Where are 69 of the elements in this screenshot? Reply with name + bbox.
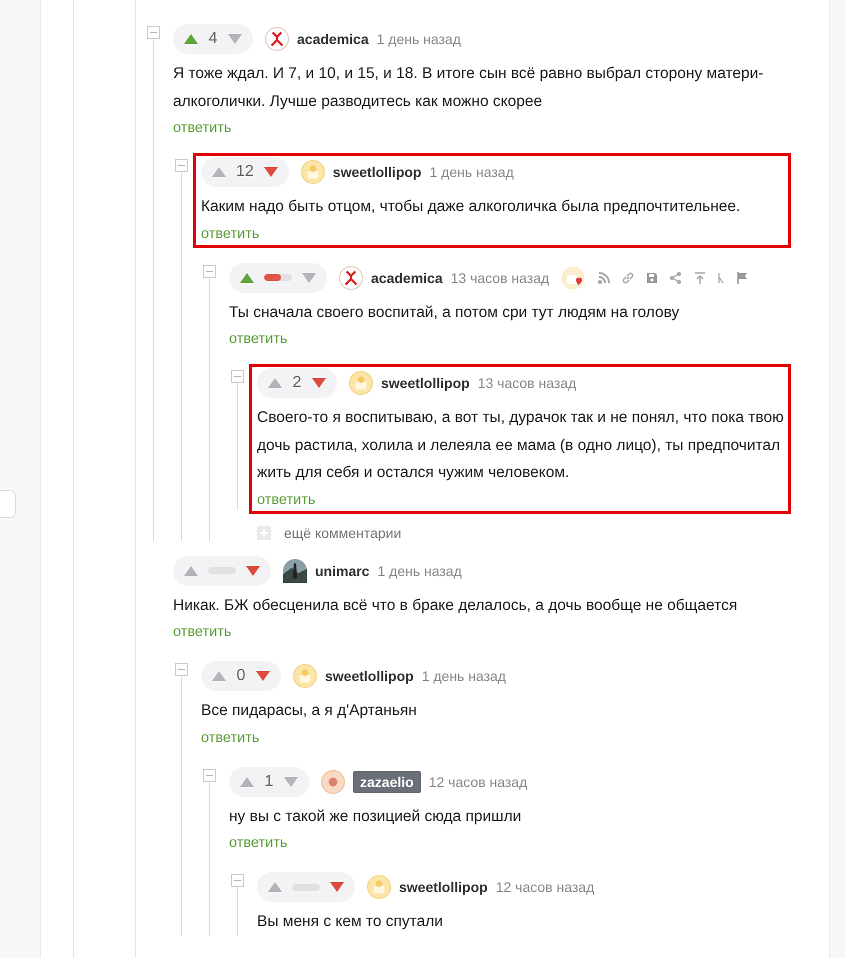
link-icon[interactable] <box>621 270 636 284</box>
reply-link[interactable]: ответить <box>201 224 260 244</box>
upvote-icon[interactable] <box>211 166 227 178</box>
username-link[interactable]: sweetlollipop <box>332 164 422 180</box>
reply-link[interactable]: ответить <box>201 728 260 748</box>
upvote-icon[interactable] <box>183 33 199 45</box>
upvote-icon[interactable] <box>239 776 255 788</box>
rating-count: 12 <box>236 163 254 181</box>
upvote-icon[interactable] <box>267 881 283 893</box>
downvote-icon[interactable] <box>227 33 243 45</box>
comment-time: 12 часов назад <box>428 774 528 790</box>
more-comments-button[interactable]: ещё комментарии <box>257 524 402 540</box>
reply-link[interactable]: ответить <box>229 833 288 853</box>
comment-text: ну вы с такой же позицией сюда пришли <box>229 806 522 826</box>
upvote-icon[interactable] <box>267 377 283 389</box>
username-link[interactable]: academica <box>297 31 369 47</box>
username-link[interactable]: sweetlollipop <box>381 375 470 391</box>
comment-time: 13 часов назад <box>450 270 550 286</box>
downvote-icon[interactable] <box>301 272 317 284</box>
collapse-button[interactable] <box>203 264 216 278</box>
collapse-button[interactable] <box>203 768 216 782</box>
comment-time: 13 часов назад <box>478 375 576 391</box>
downvote-icon[interactable] <box>262 166 279 178</box>
collapse-button[interactable] <box>231 370 244 383</box>
award-icon[interactable] <box>561 266 586 290</box>
username-link[interactable]: zazaelio <box>353 770 421 792</box>
reply-link[interactable]: ответить <box>173 622 232 642</box>
comment-text: Ты сначала своего воспитай, а потом сри тут людям на голову <box>229 302 680 322</box>
comment-text: Каким надо быть отцом, чтобы даже алкоголичка была предпочтительнее. <box>201 197 742 217</box>
reply-link[interactable]: ответить <box>173 118 232 138</box>
share-icon[interactable] <box>669 270 684 284</box>
rating-count: 0 <box>236 667 246 685</box>
downvote-icon[interactable] <box>329 881 345 893</box>
username-link[interactable]: sweetlollipop <box>399 879 488 895</box>
collapse-button[interactable] <box>147 26 160 39</box>
rating-bar <box>264 274 292 281</box>
comment-text: Никак. БЖ обесценила всё что в браке делалось, а дочь вообще не общается <box>173 596 738 616</box>
username-link[interactable]: academica <box>371 270 443 286</box>
comment-time: 1 день назад <box>376 31 461 47</box>
downvote-icon[interactable] <box>255 670 271 682</box>
comment-time: 1 день назад <box>429 164 514 180</box>
downvote-icon[interactable] <box>311 377 327 389</box>
collapse-button[interactable] <box>175 159 188 172</box>
upvote-icon[interactable] <box>211 670 227 682</box>
comment-text: Своего-то я воспитываю, а вот ты, дурачок так и не понял, что пока твою дочь растила, холила и лелеяла ее мама (в одно лицо), ты предпочитал жить для себя и остался чужим человеком. <box>257 408 784 483</box>
comment-text: Все пидарасы, а я д'Артаньян <box>201 701 418 721</box>
collapse-button[interactable] <box>175 663 188 676</box>
collapse-button[interactable] <box>231 874 244 887</box>
comment-time: 1 день назад <box>422 668 506 684</box>
comment-time: 12 часов назад <box>496 879 594 895</box>
comment-text: Вы меня с кем то спутали <box>257 912 444 932</box>
upvote-icon[interactable] <box>183 564 199 576</box>
save-icon[interactable] <box>645 270 660 284</box>
downvote-icon[interactable] <box>245 564 261 576</box>
comment-time: 1 день назад <box>377 562 462 578</box>
scroll-top-icon[interactable] <box>693 270 708 284</box>
downvote-icon[interactable] <box>283 776 299 788</box>
comment-text: Я тоже ждал. И 7, и 10, и 15, и 18. В итоге сын всё равно выбрал сторону матери-алкоголички. Лучше разводитесь как можно скорее <box>173 64 764 112</box>
rss-icon[interactable] <box>597 270 612 284</box>
reply-link[interactable]: ответить <box>257 490 316 510</box>
rating-count: 1 <box>264 772 274 790</box>
flag-icon[interactable] <box>735 270 750 284</box>
rating-count: 2 <box>292 374 302 392</box>
upvote-icon[interactable] <box>239 272 255 284</box>
reply-link[interactable]: ответить <box>229 329 288 349</box>
rating-count: 4 <box>208 30 218 48</box>
username-link[interactable]: sweetlollipop <box>325 668 414 684</box>
username-link[interactable]: unimarc <box>315 562 370 578</box>
avatar-icon[interactable] <box>283 558 307 582</box>
